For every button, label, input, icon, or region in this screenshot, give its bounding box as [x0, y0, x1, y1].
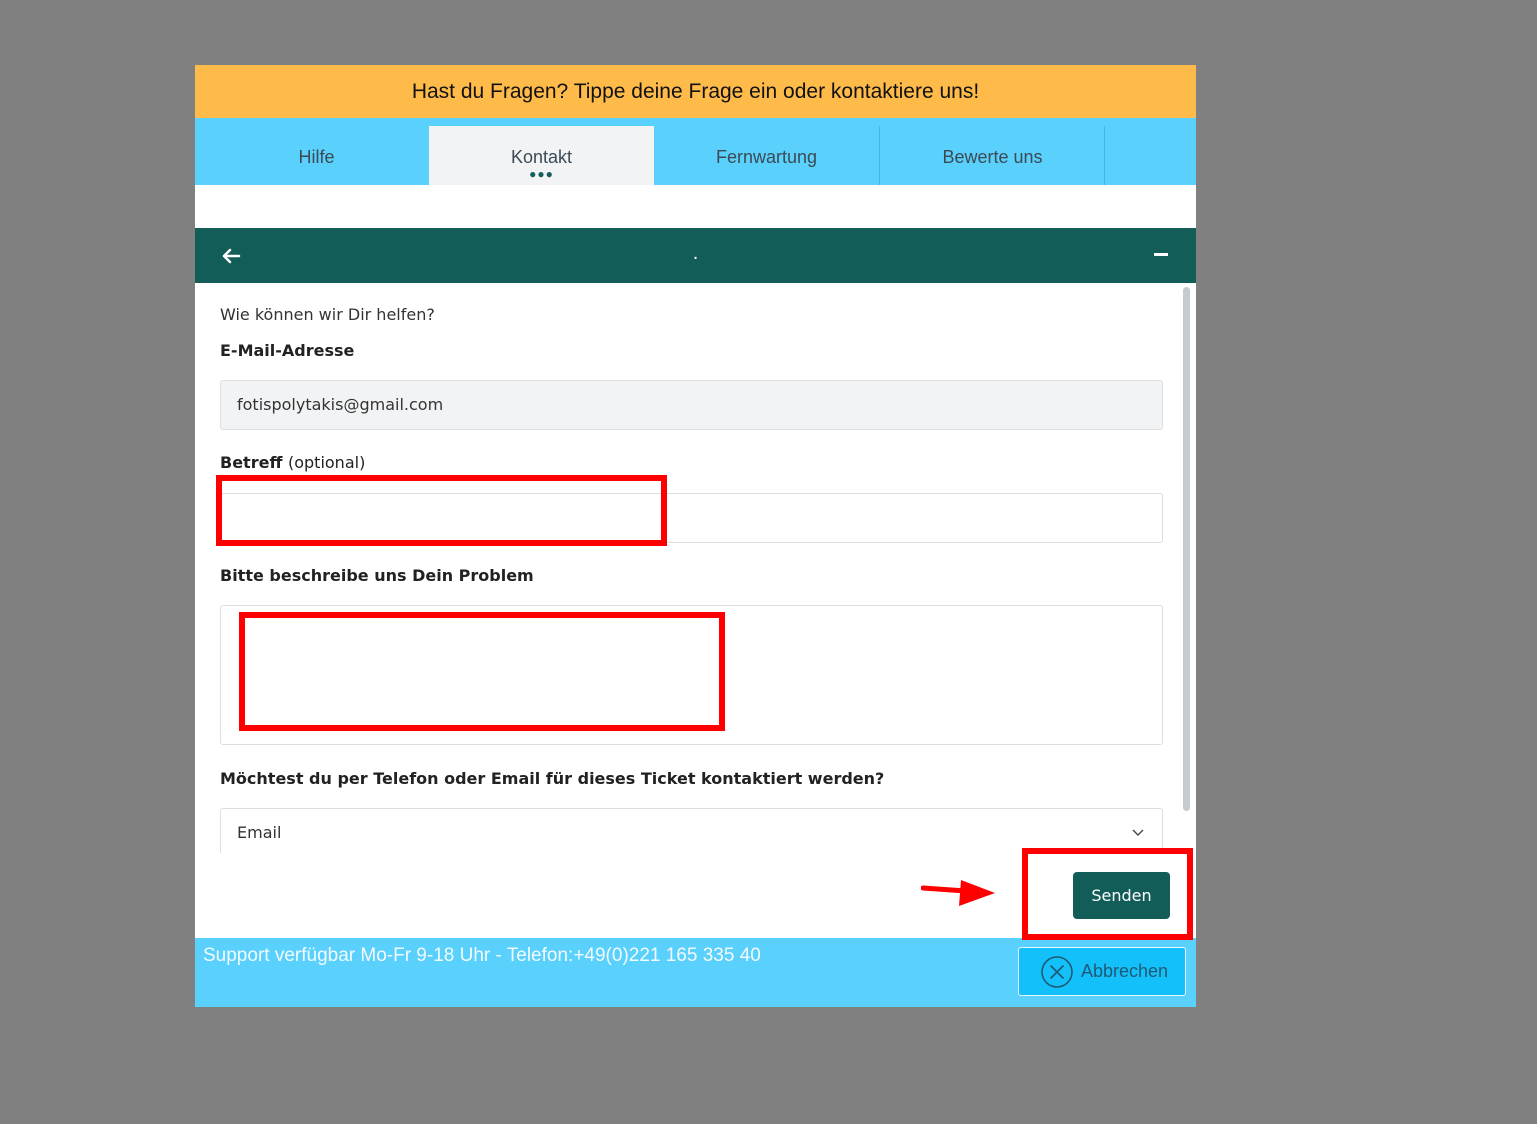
- annotation-arrow: [921, 880, 995, 906]
- tab-bewerte-uns[interactable]: Bewerte uns: [880, 126, 1105, 185]
- tab-fernwartung[interactable]: Fernwartung: [654, 126, 879, 185]
- contact-method-label: Möchtest du per Telefon oder Email für d…: [220, 769, 885, 788]
- tab-hilfe[interactable]: Hilfe: [204, 126, 429, 185]
- contact-header: .: [195, 228, 1196, 283]
- support-info: Support verfügbar Mo-Fr 9-18 Uhr - Telef…: [203, 945, 761, 966]
- subject-input[interactable]: [220, 493, 1163, 543]
- contact-method-select[interactable]: Email: [220, 808, 1163, 853]
- cancel-label: Abbrechen: [1081, 961, 1169, 981]
- banner-text: Hast du Fragen? Tippe deine Frage ein od…: [411, 79, 980, 103]
- close-circle-icon: [1041, 955, 1073, 988]
- form-scrollbar[interactable]: [1183, 287, 1190, 811]
- form-intro: Wie können wir Dir helfen?: [220, 305, 435, 324]
- subject-label-text: Betreff: [220, 453, 283, 472]
- support-footer: Support verfügbar Mo-Fr 9-18 Uhr - Telef…: [195, 938, 1196, 1007]
- minimize-icon[interactable]: [1154, 253, 1168, 256]
- email-label: E-Mail-Adresse: [220, 341, 355, 360]
- tab-divider: [1104, 126, 1105, 185]
- problem-textarea[interactable]: [220, 605, 1163, 745]
- subject-label: Betreff (optional): [220, 453, 365, 472]
- header-title: .: [692, 242, 699, 264]
- email-field[interactable]: fotispolytakis@gmail.com: [220, 380, 1163, 430]
- form-actions: [195, 853, 1196, 938]
- tab-kontakt[interactable]: Kontakt ●●●: [429, 126, 654, 185]
- subject-optional-hint: (optional): [287, 453, 366, 472]
- tab-label: Fernwartung: [715, 147, 818, 167]
- contact-form: Wie können wir Dir helfen? E-Mail-Adress…: [195, 283, 1196, 853]
- chevron-down-icon: [1132, 829, 1144, 836]
- contact-method-value: Email: [237, 823, 282, 842]
- email-value: fotispolytakis@gmail.com: [237, 395, 444, 414]
- tab-label: Hilfe: [298, 147, 335, 167]
- support-widget: Hast du Fragen? Tippe deine Frage ein od…: [195, 65, 1196, 1007]
- active-tab-indicator: ●●●: [529, 167, 554, 181]
- tab-label: Bewerte uns: [942, 147, 1043, 167]
- send-button[interactable]: Senden: [1073, 872, 1170, 919]
- top-banner: Hast du Fragen? Tippe deine Frage ein od…: [195, 65, 1196, 118]
- problem-label: Bitte beschreibe uns Dein Problem: [220, 566, 534, 585]
- tab-label: Kontakt: [510, 147, 573, 167]
- tab-bar: Hilfe Kontakt ●●● Fernwartung Bewerte un…: [195, 118, 1196, 185]
- cancel-button[interactable]: Abbrechen: [1018, 947, 1186, 996]
